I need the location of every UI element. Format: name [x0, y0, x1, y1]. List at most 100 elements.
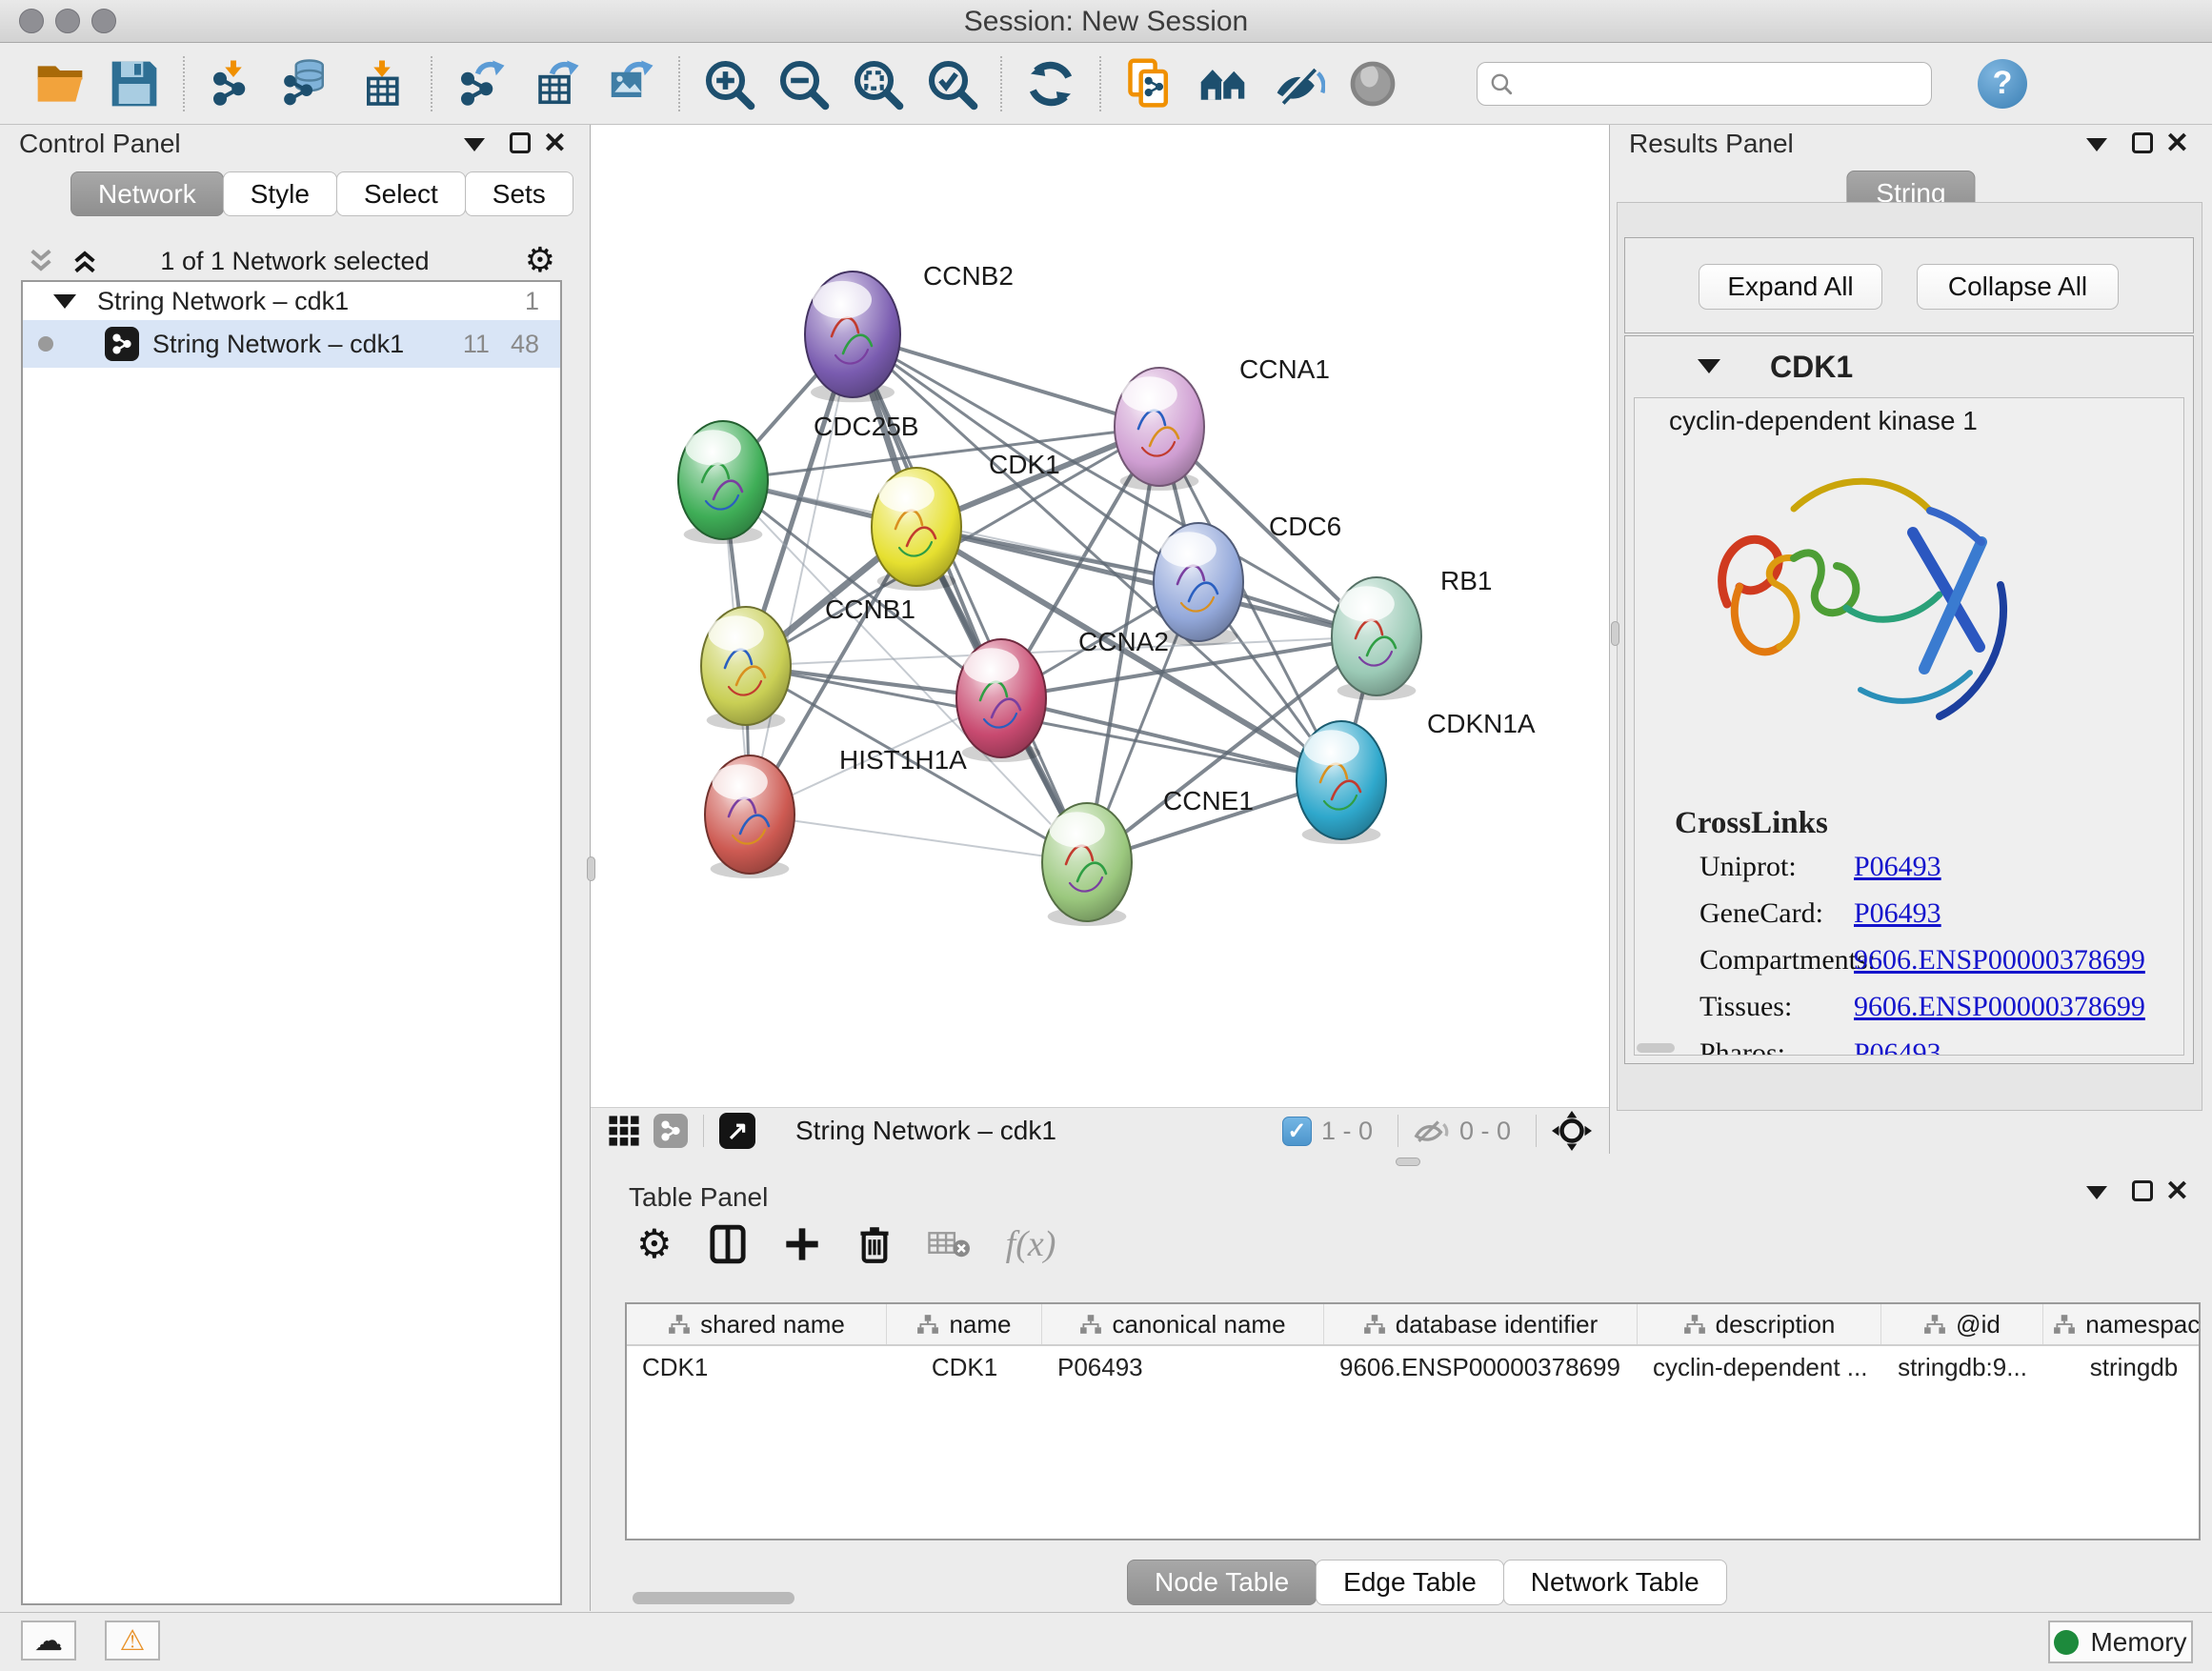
birdseye-crosshair-icon[interactable]: [1552, 1111, 1592, 1151]
table-panel-close-icon[interactable]: ✕: [2165, 1175, 2189, 1208]
control-panel-menu-icon[interactable]: [464, 138, 485, 151]
results-panel-menu-icon[interactable]: [2086, 138, 2107, 151]
table-cell[interactable]: stringdb: [2043, 1346, 2201, 1388]
network-node-hist1h1a[interactable]: [705, 755, 794, 878]
tab-network[interactable]: Network: [70, 171, 224, 216]
table-panel-menu-icon[interactable]: [2086, 1186, 2107, 1199]
cloud-status-button[interactable]: ☁: [21, 1621, 76, 1661]
search-field[interactable]: [1477, 62, 1932, 106]
left-splitter-handle[interactable]: [587, 856, 595, 881]
network-row-selected[interactable]: String Network – cdk1 11 48: [23, 320, 560, 368]
tab-select[interactable]: Select: [336, 171, 466, 216]
table-settings-gear-icon[interactable]: ⚙: [636, 1220, 673, 1267]
table-cell[interactable]: cyclin-dependent ...: [1638, 1346, 1881, 1388]
apply-layout-button[interactable]: [1014, 52, 1088, 115]
warnings-button[interactable]: ⚠: [105, 1621, 160, 1661]
node-label-ccna2: CCNA2: [1078, 627, 1169, 656]
column-header-shared-name[interactable]: shared name: [627, 1304, 887, 1344]
minimize-window-button[interactable]: [55, 9, 80, 33]
group-nodes-button[interactable]: [1187, 52, 1261, 115]
column-header-database-identifier[interactable]: database identifier: [1324, 1304, 1638, 1344]
export-network-button[interactable]: [444, 52, 518, 115]
results-panel-close-icon[interactable]: ✕: [2165, 127, 2189, 160]
table-cell[interactable]: stringdb:9...: [1881, 1346, 2043, 1388]
zoom-window-button[interactable]: [91, 9, 116, 33]
export-image-button[interactable]: [593, 52, 667, 115]
network-collection-row[interactable]: String Network – cdk1 1: [23, 282, 560, 320]
network-node-ccna1[interactable]: [1115, 368, 1204, 491]
right-splitter-handle[interactable]: [1611, 621, 1619, 646]
crosslink-link[interactable]: 9606.ENSP00000378699: [1854, 944, 2145, 976]
network-node-rb1[interactable]: [1332, 577, 1421, 700]
column-header-name[interactable]: name: [887, 1304, 1042, 1344]
results-scrollbar[interactable]: [1637, 1043, 1675, 1053]
create-column-icon[interactable]: [783, 1225, 821, 1263]
results-panel-float-icon[interactable]: [2132, 132, 2153, 153]
close-window-button[interactable]: [19, 9, 44, 33]
splitter-handle[interactable]: [1396, 1158, 1420, 1166]
network-node-ccne1[interactable]: [1042, 803, 1132, 926]
network-node-ccnb2[interactable]: [805, 272, 900, 402]
selected-checkbox-icon[interactable]: ✓: [1282, 1117, 1312, 1146]
import-network-file-button[interactable]: [196, 52, 271, 115]
zoom-out-button[interactable]: [766, 52, 840, 115]
help-button[interactable]: ?: [1978, 59, 2027, 109]
network-options-gear-icon[interactable]: ⚙: [525, 240, 555, 280]
search-input[interactable]: [1521, 69, 1920, 98]
import-network-database-button[interactable]: [271, 52, 345, 115]
tab-network-table[interactable]: Network Table: [1503, 1560, 1727, 1605]
expand-all-button[interactable]: Expand All: [1699, 264, 1882, 310]
table-hscrollbar-thumb[interactable]: [633, 1592, 794, 1604]
table-cell[interactable]: 9606.ENSP00000378699: [1324, 1346, 1638, 1388]
network-overview-icon[interactable]: [654, 1114, 688, 1148]
table-cell[interactable]: CDK1: [627, 1346, 887, 1388]
network-node-cdkn1a[interactable]: [1297, 721, 1386, 844]
show-all-button[interactable]: [1336, 52, 1410, 115]
table-row[interactable]: CDK1CDK1P064939606.ENSP00000378699cyclin…: [627, 1346, 2199, 1388]
grid-view-icon[interactable]: [608, 1115, 640, 1147]
crosslink-row: Compartments:9606.ENSP00000378699: [1675, 944, 2145, 976]
control-panel-close-icon[interactable]: ✕: [543, 127, 567, 160]
open-session-button[interactable]: [23, 52, 97, 115]
memory-button[interactable]: Memory: [2048, 1621, 2193, 1663]
zoom-selected-button[interactable]: [915, 52, 989, 115]
crosslink-link[interactable]: 9606.ENSP00000378699: [1854, 991, 2145, 1023]
control-panel-float-icon[interactable]: [510, 132, 531, 153]
save-session-button[interactable]: [97, 52, 171, 115]
zoom-fit-button[interactable]: [840, 52, 915, 115]
delete-column-icon[interactable]: [857, 1224, 892, 1264]
crosslink-link[interactable]: P06493: [1854, 1037, 1941, 1056]
tab-sets[interactable]: Sets: [465, 171, 573, 216]
crosslink-link[interactable]: P06493: [1854, 897, 1941, 930]
network-node-cdc25b[interactable]: [678, 421, 768, 544]
tab-node-table[interactable]: Node Table: [1127, 1560, 1317, 1605]
annotation-browser-button[interactable]: [1113, 52, 1187, 115]
detach-view-icon[interactable]: ↗: [719, 1113, 755, 1149]
export-table-button[interactable]: [518, 52, 593, 115]
table-panel-float-icon[interactable]: [2132, 1180, 2153, 1201]
network-node-ccnb1[interactable]: [701, 607, 791, 730]
zoom-in-button[interactable]: [692, 52, 766, 115]
column-header-description[interactable]: description: [1638, 1304, 1881, 1344]
crosslink-label: Compartments:: [1675, 944, 1854, 976]
crosslink-link[interactable]: P06493: [1854, 851, 1941, 883]
table-cell[interactable]: CDK1: [887, 1346, 1042, 1388]
network-canvas[interactable]: CCNB2CCNA1CDC25BCDK1CDC6RB1CCNB1CCNA2CDK…: [591, 125, 1609, 1107]
collapse-all-button[interactable]: Collapse All: [1917, 264, 2119, 310]
tab-style[interactable]: Style: [223, 171, 337, 216]
collection-expand-icon[interactable]: [53, 294, 76, 309]
network-edge-count: 48: [511, 330, 539, 359]
column-header--id[interactable]: @id: [1881, 1304, 2043, 1344]
node-label-hist1h1a: HIST1H1A: [839, 745, 967, 775]
column-header-canonical-name[interactable]: canonical name: [1042, 1304, 1324, 1344]
column-header-namespace[interactable]: namespace: [2043, 1304, 2201, 1344]
horizontal-splitter[interactable]: [591, 1154, 2212, 1169]
show-columns-icon[interactable]: [709, 1224, 747, 1264]
import-table-button[interactable]: [345, 52, 419, 115]
gene-collapse-icon[interactable]: [1698, 359, 1720, 373]
network-node-ccna2[interactable]: [956, 639, 1046, 762]
tab-edge-table[interactable]: Edge Table: [1316, 1560, 1504, 1605]
table-cell[interactable]: P06493: [1042, 1346, 1324, 1388]
hide-selected-button[interactable]: [1261, 52, 1336, 115]
gene-section-header[interactable]: CDK1: [1625, 336, 2193, 397]
